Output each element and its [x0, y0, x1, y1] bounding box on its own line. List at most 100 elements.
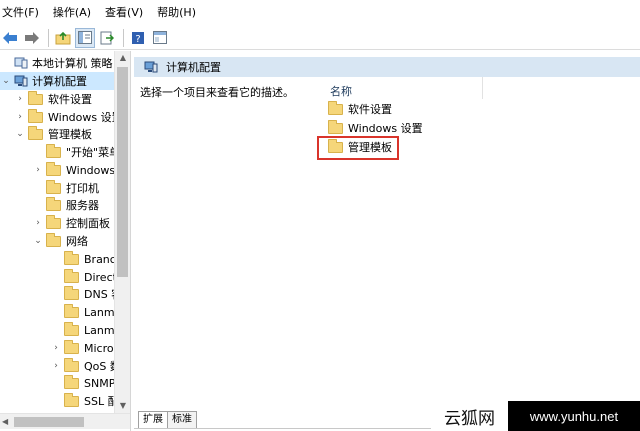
tree-item-ssl[interactable]: SSL 配	[50, 392, 119, 410]
tree-item-label: 本地计算机 策略	[32, 57, 113, 70]
column-divider	[482, 77, 483, 99]
tree-item-label: 网络	[66, 235, 88, 248]
folder-icon	[64, 339, 79, 354]
tree-item-control-panel[interactable]: › 控制面板	[32, 214, 110, 232]
watermark-url: www.yunhu.net	[508, 401, 640, 431]
column-header-name[interactable]: 名称	[330, 83, 352, 99]
tree-item-computer-config[interactable]: ⌄ 计算机配置	[0, 72, 114, 90]
view-tabs: 扩展 标准	[138, 410, 197, 428]
description-text: 选择一个项目来查看它的描述。	[140, 86, 294, 99]
tree-item-lanman-workstation[interactable]: Lanma	[50, 321, 121, 339]
list-item-software-settings[interactable]: 软件设置	[328, 100, 392, 118]
menu-action[interactable]: 操作(A)	[51, 0, 97, 26]
tree-item-label: "开始"菜单	[66, 146, 121, 159]
computer-icon	[14, 75, 28, 87]
folder-icon	[28, 90, 43, 105]
tree-item-network[interactable]: ⌄ 网络	[32, 232, 88, 250]
tree-item-qos[interactable]: › QoS 数	[50, 357, 121, 375]
tree-item-directaccess[interactable]: Direct	[50, 268, 117, 286]
tree-item-local-policy[interactable]: 本地计算机 策略	[0, 54, 113, 72]
scroll-left-icon[interactable]: ◀	[2, 414, 8, 430]
tree-expander	[50, 253, 62, 265]
folder-icon	[28, 108, 43, 123]
help-icon[interactable]: ?	[128, 28, 148, 48]
tree-item-software-settings[interactable]: › 软件设置	[14, 90, 92, 108]
folder-icon	[64, 250, 79, 265]
tree-item-branchcache[interactable]: Branch	[50, 250, 123, 268]
list-item-label: 软件设置	[348, 103, 392, 116]
scroll-up-icon[interactable]: ▲	[115, 51, 130, 65]
tree-item-label: 控制面板	[66, 217, 110, 230]
chevron-down-icon[interactable]: ⌄	[32, 235, 44, 247]
menu-file[interactable]: 文件(F)	[0, 0, 45, 26]
folder-icon	[64, 374, 79, 389]
tree-item-label: Direct	[84, 270, 117, 284]
tab-extended[interactable]: 扩展	[138, 411, 168, 428]
chevron-right-icon[interactable]: ›	[32, 217, 44, 229]
folder-icon	[46, 143, 61, 158]
tree-item-windows-components[interactable]: › Windows	[32, 161, 115, 179]
folder-icon	[64, 285, 79, 300]
tree-expander	[50, 395, 62, 407]
toolbar-separator	[123, 28, 124, 47]
folder-icon	[64, 357, 79, 372]
chevron-right-icon[interactable]: ›	[50, 360, 62, 372]
folder-icon	[46, 214, 61, 229]
tree-expander	[50, 306, 62, 318]
chevron-right-icon[interactable]: ›	[14, 111, 26, 123]
tree-horizontal-scrollbar[interactable]: ◀	[0, 413, 130, 429]
tree-item-label: Windows	[66, 163, 116, 177]
up-folder-icon[interactable]	[53, 28, 73, 48]
folder-icon	[328, 119, 343, 134]
export-list-icon[interactable]	[97, 28, 117, 48]
tree-item-admin-templates[interactable]: ⌄ 管理模板	[14, 125, 92, 143]
tree-item-snmp[interactable]: SNMP	[50, 374, 115, 392]
scrollbar-thumb[interactable]	[117, 67, 128, 277]
chevron-right-icon[interactable]: ›	[50, 342, 62, 354]
svg-text:?: ?	[135, 34, 140, 45]
tree-item-microsoft[interactable]: › Micro	[50, 339, 114, 357]
show-hide-tree-icon[interactable]	[75, 27, 95, 48]
tree-expander	[50, 271, 62, 283]
tree-item-windows-settings[interactable]: › Windows 设置	[14, 108, 123, 126]
tab-standard[interactable]: 标准	[167, 411, 197, 428]
chevron-right-icon[interactable]: ›	[32, 164, 44, 176]
toolbar-separator	[48, 28, 49, 47]
folder-icon	[28, 125, 43, 140]
pane-title: 计算机配置	[166, 61, 221, 74]
folder-icon	[46, 196, 61, 211]
scroll-down-icon[interactable]: ▼	[115, 399, 130, 413]
list-item-label: Windows 设置	[348, 122, 423, 135]
chevron-down-icon[interactable]: ⌄	[0, 75, 12, 87]
tree-item-label: Micro	[84, 341, 114, 355]
list-item-windows-settings[interactable]: Windows 设置	[328, 119, 423, 137]
menu-help[interactable]: 帮助(H)	[155, 0, 202, 26]
menu-view[interactable]: 查看(V)	[103, 0, 149, 26]
tree-vertical-scrollbar[interactable]: ▲ ▼	[114, 51, 130, 413]
tree-item-lanman-server[interactable]: Lanma	[50, 303, 121, 321]
highlight-annotation-box	[317, 136, 399, 160]
chevron-down-icon[interactable]: ⌄	[14, 128, 26, 140]
chevron-right-icon[interactable]: ›	[14, 93, 26, 105]
computer-icon	[144, 61, 158, 73]
tree-expander	[32, 146, 44, 158]
tree-expander	[32, 182, 44, 194]
tree-item-start-menu[interactable]: "开始"菜单	[32, 143, 120, 161]
forward-icon[interactable]	[22, 28, 42, 48]
tree-item-dns-client[interactable]: DNS 客	[50, 285, 122, 303]
tree-item-label: SNMP	[84, 376, 116, 390]
tree-item-label: 打印机	[66, 182, 99, 195]
folder-icon	[64, 268, 79, 283]
folder-icon	[328, 100, 343, 115]
back-icon[interactable]	[0, 28, 20, 48]
pane-header: 计算机配置	[134, 57, 640, 77]
tree-item-label: 服务器	[66, 199, 99, 212]
folder-icon	[64, 303, 79, 318]
tree-item-printers[interactable]: 打印机	[32, 179, 99, 197]
tree-expander	[0, 57, 12, 69]
tree-pane: 本地计算机 策略 ⌄ 计算机配置 › 软件设置 › Windows 设置 ⌄ 管…	[0, 51, 131, 431]
tree-expander	[50, 288, 62, 300]
scrollbar-thumb[interactable]	[14, 417, 84, 427]
properties-view-icon[interactable]	[150, 28, 170, 48]
tree-item-server[interactable]: 服务器	[32, 196, 99, 214]
